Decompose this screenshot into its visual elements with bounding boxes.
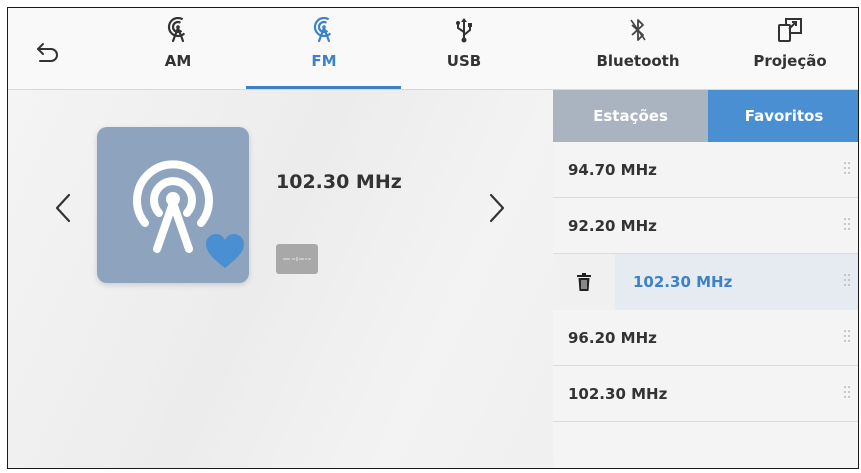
bluetooth-icon <box>630 19 646 41</box>
tab-projecao[interactable]: Projeção <box>715 8 858 90</box>
radio-antenna-icon <box>133 160 213 253</box>
stations-panel: Estações Favoritos 94.70 MHz 92.20 MHz 1… <box>553 90 858 468</box>
tab-label: FM <box>311 52 337 70</box>
station-frequency: 96.20 MHz <box>568 328 657 347</box>
tab-favorites[interactable]: Favoritos <box>708 90 858 142</box>
drag-handle-icon[interactable] <box>844 218 850 230</box>
favorites-list: 94.70 MHz 92.20 MHz 102.30 MHz 96.20 MHz… <box>553 142 858 422</box>
top-nav-bar: AM FM USB Bluetooth Projeção <box>8 8 858 90</box>
tab-bluetooth[interactable]: Bluetooth <box>563 8 713 90</box>
list-item[interactable]: 102.30 MHz <box>553 366 858 422</box>
tab-fm[interactable]: FM <box>249 8 399 90</box>
tab-label: Bluetooth <box>596 52 680 70</box>
radio-screen: AM FM USB Bluetooth Projeção 102.30 MHz … <box>7 7 859 469</box>
tab-label: USB <box>446 52 482 70</box>
next-station-button[interactable] <box>482 186 512 230</box>
tab-usb[interactable]: USB <box>389 8 539 90</box>
station-frequency: 102.30 MHz <box>568 384 668 403</box>
drag-handle-icon[interactable] <box>844 330 850 342</box>
list-item[interactable]: 96.20 MHz <box>553 310 858 366</box>
list-item[interactable]: 94.70 MHz <box>553 142 858 198</box>
radio-signal-icon <box>313 17 335 43</box>
station-frequency: 92.20 MHz <box>568 216 657 235</box>
delete-button[interactable] <box>553 254 615 310</box>
station-frequency: 94.70 MHz <box>568 160 657 179</box>
station-artwork <box>97 127 249 283</box>
phone-projection-icon <box>778 18 802 42</box>
previous-station-button[interactable] <box>48 186 78 230</box>
station-frequency: 102.30 MHz <box>633 272 733 291</box>
tab-label: Projeção <box>753 52 827 70</box>
list-item-selected[interactable]: 102.30 MHz <box>553 254 858 310</box>
back-arrow-icon <box>37 43 58 62</box>
chevron-right-icon <box>489 193 505 223</box>
list-item[interactable]: 92.20 MHz <box>553 198 858 254</box>
trash-icon <box>577 273 591 291</box>
drag-handle-icon[interactable] <box>844 386 850 398</box>
favorite-heart-icon[interactable] <box>205 233 245 269</box>
waveform-icon <box>283 257 311 261</box>
tab-am[interactable]: AM <box>103 8 253 90</box>
active-tab-indicator <box>246 86 401 89</box>
tab-stations[interactable]: Estações <box>553 90 708 142</box>
back-button[interactable] <box>28 32 68 72</box>
drag-handle-icon[interactable] <box>844 162 850 174</box>
drag-handle-icon[interactable] <box>844 274 850 286</box>
tab-label: AM <box>164 52 192 70</box>
rds-button[interactable] <box>276 244 318 274</box>
current-frequency: 102.30 MHz <box>276 171 402 193</box>
usb-icon <box>456 18 472 43</box>
chevron-left-icon <box>55 193 71 223</box>
radio-signal-icon <box>167 17 189 43</box>
